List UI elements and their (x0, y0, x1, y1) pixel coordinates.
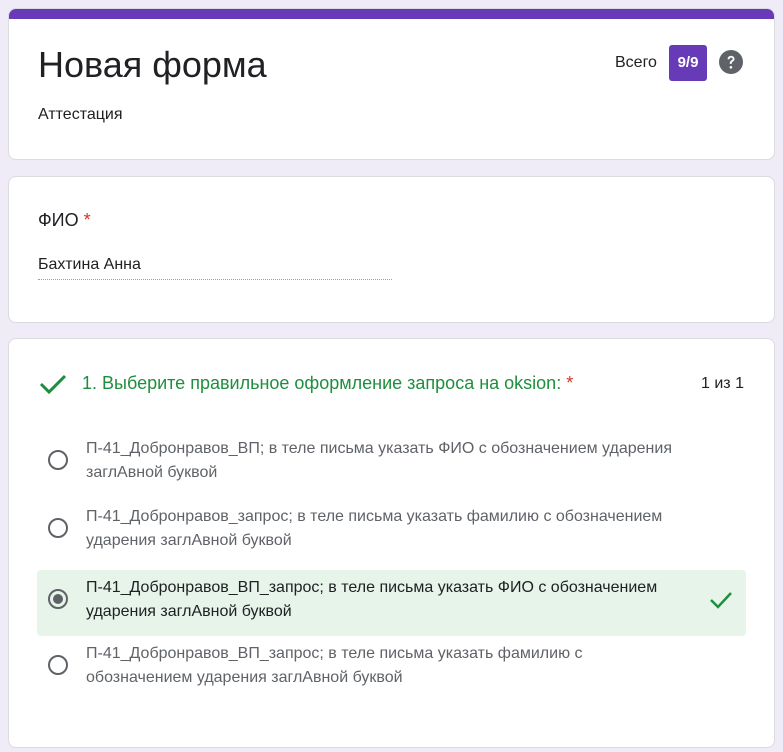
total-score-label: Всего (615, 54, 657, 71)
answer-option-correct[interactable]: П-41_Добронравов_ВП_запрос; в теле письм… (37, 570, 746, 636)
answer-option[interactable]: П-41_Добронравов_ВП_запрос; в теле письм… (37, 636, 746, 702)
answer-option-label: П-41_Добронравов_ВП_запрос; в теле письм… (86, 645, 583, 686)
question-title: 1. Выберите правильное оформление запрос… (82, 372, 573, 394)
answer-option-label: П-41_Добронравов_ВП_запрос; в теле письм… (86, 579, 658, 620)
question-title-text: 1. Выберите правильное оформление запрос… (82, 373, 562, 393)
answer-option[interactable]: П-41_Добронравов_ВП; в теле письма указа… (37, 431, 746, 497)
check-icon (39, 374, 67, 395)
answer-option[interactable]: П-41_Добронравов_запрос; в теле письма у… (37, 499, 746, 565)
fio-question-label: ФИО * (38, 209, 91, 231)
fio-answer-field: Бахтина Анна (38, 255, 392, 280)
fio-question-card: ФИО * Бахтина Анна (8, 176, 775, 323)
radio-button-selected[interactable] (48, 589, 68, 609)
header-accent-bar (9, 9, 774, 19)
answer-option-label: П-41_Добронравов_запрос; в теле письма у… (86, 508, 663, 549)
answer-option-label: П-41_Добронравов_ВП; в теле письма указа… (86, 440, 672, 481)
fio-label-text: ФИО (38, 210, 79, 230)
question-card: 1. Выберите правильное оформление запрос… (8, 338, 775, 748)
radio-button[interactable] (48, 518, 68, 538)
radio-button[interactable] (48, 655, 68, 675)
required-mark: * (566, 373, 574, 393)
question-score: 1 из 1 (701, 375, 744, 392)
total-score-badge: 9/9 (669, 45, 707, 81)
form-subtitle: Аттестация (38, 106, 123, 123)
form-header-card: Новая форма Аттестация Всего 9/9 (8, 8, 775, 160)
required-mark: * (83, 210, 91, 230)
help-icon[interactable] (719, 50, 743, 74)
check-icon (710, 592, 732, 609)
form-title: Новая форма (38, 44, 267, 85)
radio-button[interactable] (48, 450, 68, 470)
